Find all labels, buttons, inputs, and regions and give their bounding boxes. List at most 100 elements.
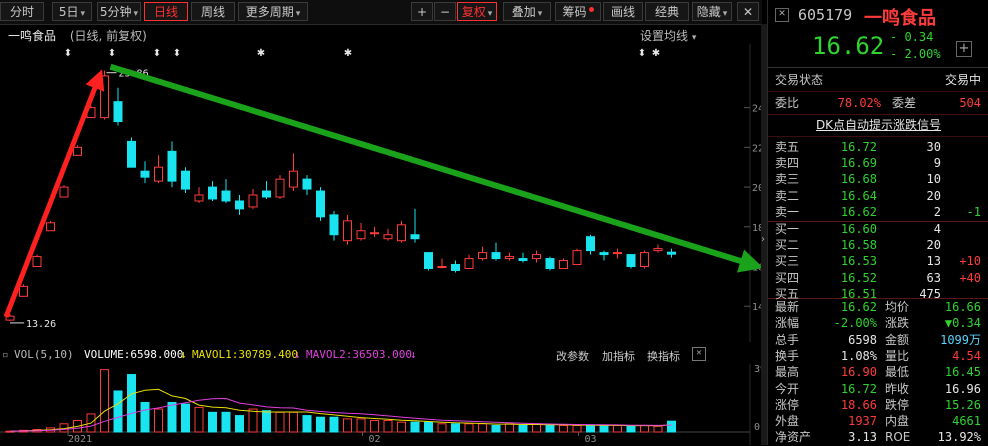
toolbar-button-left-2[interactable]: 5分钟 ▾ (97, 2, 141, 21)
candle-body (127, 140, 136, 168)
volume-bar (167, 401, 177, 433)
toolbar-button-right-3[interactable]: 叠加 ▾ (503, 2, 551, 21)
candle-body (100, 75, 109, 119)
candle-body (208, 186, 217, 200)
stat-value: 1099万 (940, 332, 981, 347)
ask-price: 16.72 (840, 140, 877, 154)
candle-body (410, 234, 420, 240)
toolbar-button-label: 画线 (610, 5, 635, 19)
down-arrow-icon: ↓ (294, 348, 301, 361)
candle-body (181, 170, 190, 190)
mavol2-line (9, 397, 672, 432)
collapse-icon[interactable]: ▫ (2, 348, 9, 361)
ma-settings-button[interactable]: 设置均线 ▾ (640, 27, 696, 44)
weibi-label: 委比 (775, 96, 800, 110)
bid-change: +40 (959, 270, 981, 285)
chevron-down-icon: ▾ (295, 9, 301, 19)
toolbar-button-right-5[interactable]: 画线 (603, 2, 643, 21)
volume-bar (221, 411, 231, 433)
stat-row: 换手 1.08% 量比 4.54 (768, 348, 988, 365)
candle-body (154, 166, 163, 182)
weicha-value: 504 (959, 96, 981, 110)
toolbar-button-left-5[interactable]: 更多周期 ▾ (238, 2, 308, 21)
bid-level-label: 买二 (775, 238, 800, 253)
candle-body (167, 150, 177, 182)
ask-volume: 9 (933, 156, 941, 171)
volume-bar (505, 423, 514, 433)
toolbar-button-right-1[interactable]: − (434, 2, 456, 21)
toolbar-button-label: 经典 (654, 5, 679, 19)
toolbar-button-label: − (439, 5, 451, 19)
toolbar-button-right-6[interactable]: 经典 (645, 2, 689, 21)
volume-bar (289, 411, 298, 433)
stat-value: 1937 (848, 414, 877, 429)
candle-body (599, 252, 609, 256)
volume-bar (424, 421, 433, 433)
stat-value: 16.72 (840, 381, 877, 396)
toolbar-button-right-2[interactable]: 复权 ▾ (457, 2, 497, 21)
candle-body (653, 248, 663, 252)
stat-label: 最高 (775, 365, 800, 380)
toolbar-button-right-8[interactable]: ✕ (737, 2, 759, 21)
volume-bar (235, 415, 244, 433)
chart-title: 一鸣食品 (8, 29, 57, 43)
candle-body (532, 254, 541, 260)
candle-body (505, 256, 514, 260)
stat-value: 16.96 (944, 381, 981, 396)
volume-bar (572, 424, 582, 433)
add-watchlist-button[interactable]: + (956, 41, 972, 57)
weicha-label: 委差 (892, 96, 917, 110)
candle-body (343, 220, 352, 242)
stat-value: 4.54 (952, 348, 981, 363)
close-icon[interactable]: ✕ (692, 347, 706, 361)
close-icon[interactable]: ✕ (775, 8, 789, 22)
volume-bar (127, 374, 136, 433)
toolbar-button-left-1[interactable]: 5日 ▾ (52, 2, 92, 21)
volume-bar (140, 401, 150, 433)
volume-bar (437, 423, 447, 433)
weibi-value: 78.02% (837, 96, 881, 110)
event-marker-icon: ⬍ (153, 48, 161, 59)
volume-bar (356, 418, 366, 433)
volume-bar (410, 421, 420, 433)
volume-value: VOLUME:6598.000 (84, 348, 184, 361)
candle-body (613, 252, 622, 255)
ask-price: 16.64 (840, 188, 877, 203)
candlestick-chart[interactable]: 24.0022.0020.0018.0016.0014.00⬍⬍⬍⬍✱✱⬍✱25… (0, 44, 762, 342)
toolbar-button-label: 5分钟 (99, 5, 132, 19)
toolbar-button-left-3[interactable]: 日线 (144, 2, 188, 21)
stock-code: 605179 (798, 6, 853, 24)
chevron-right-icon[interactable]: › (761, 234, 765, 245)
dk-signal-link[interactable]: DK点自动提示涨跌信号 (768, 117, 988, 134)
stat-label: 跌停 (885, 397, 910, 412)
event-marker-icon: ✱ (652, 48, 660, 59)
toolbar-button-right-7[interactable]: 隐藏 ▾ (692, 2, 732, 21)
stat-label: 量比 (885, 348, 910, 363)
toolbar-button-label: 日线 (153, 5, 178, 19)
toolbar-button-label: 叠加 (511, 5, 536, 19)
weibi-row: 委比 78.02% 委差 504 (768, 95, 988, 112)
candle-body (356, 230, 366, 240)
toolbar-button-right-0[interactable]: + (411, 2, 433, 21)
volume-bar (194, 406, 204, 433)
toolbar-button-right-4[interactable]: 筹码 (555, 2, 601, 21)
toolbar-button-left-4[interactable]: 周线 (191, 2, 235, 21)
candle-body (46, 222, 55, 232)
chevron-down-icon: ▾ (691, 33, 697, 43)
volume-chart[interactable]: 39.000.0020210203 (0, 364, 762, 445)
x-tick-label: 03 (584, 434, 596, 445)
stat-value: -2.00% (833, 316, 877, 331)
stat-label: 涨幅 (775, 316, 800, 331)
add-indicator-button[interactable]: 加指标 (602, 348, 635, 364)
candle-body (73, 146, 82, 156)
switch-indicator-button[interactable]: 换指标 (647, 348, 680, 364)
stat-value: 16.62 (840, 300, 877, 314)
ask-level-label: 卖四 (775, 156, 800, 171)
chart-subtitle: (日线, 前复权) (69, 29, 147, 43)
volume-bar (491, 424, 501, 433)
toolbar-button-left-0[interactable]: 分时 (0, 2, 44, 21)
bid-level-label: 买四 (775, 270, 800, 285)
candle-body (262, 190, 271, 198)
edit-params-button[interactable]: 改参数 (556, 348, 589, 364)
event-marker-icon: ⬍ (173, 48, 181, 59)
